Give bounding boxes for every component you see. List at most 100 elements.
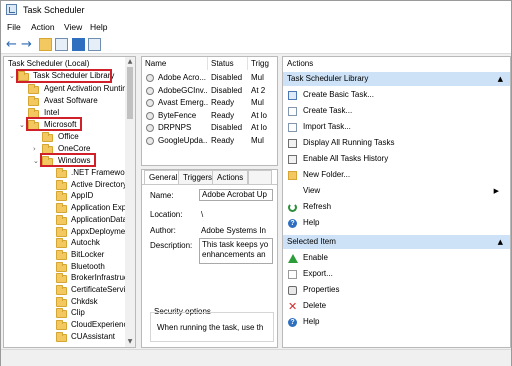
- action-label: Help: [303, 218, 320, 227]
- tree-item-label: Office: [58, 132, 79, 141]
- action-create-basic-task[interactable]: Create Basic Task...: [283, 88, 510, 102]
- folder-icon: [56, 191, 67, 202]
- show-hide-action-pane-icon[interactable]: [88, 38, 101, 51]
- description-label: Description:: [150, 241, 193, 250]
- action-properties[interactable]: Properties: [283, 283, 510, 297]
- action-help[interactable]: ? Help: [283, 315, 510, 329]
- action-view-menu[interactable]: View ▶: [283, 184, 510, 198]
- section-selected-item[interactable]: Selected Item ▲: [283, 235, 510, 249]
- column-header-triggers[interactable]: Trigg: [248, 57, 277, 70]
- task-name-cell: DRPNPS: [158, 123, 192, 132]
- folder-icon: [56, 249, 67, 260]
- page-icon: [288, 107, 297, 116]
- task-scheduler-window: Task Scheduler File Action View Help ← →…: [0, 0, 512, 366]
- collapse-arrow-icon[interactable]: ⌄: [19, 121, 25, 129]
- clock-icon: [146, 111, 154, 120]
- name-field[interactable]: Adobe Acrobat Up: [199, 189, 273, 201]
- status-bar: [1, 349, 511, 366]
- folder-icon: [56, 238, 67, 249]
- task-row[interactable]: AdobeGCInv... Disabled At 2: [142, 85, 277, 97]
- up-folder-icon[interactable]: [39, 38, 52, 51]
- scroll-down-arrow-icon[interactable]: ▼: [125, 338, 135, 345]
- task-list: Name Status Trigg Adobe Acro... Disabled M…: [141, 56, 278, 166]
- location-value: \: [201, 210, 204, 219]
- tab-more[interactable]: [248, 170, 272, 184]
- window-title: Task Scheduler: [23, 5, 85, 15]
- task-name-cell: Adobe Acro...: [158, 73, 207, 82]
- highlight-box: [26, 117, 82, 131]
- author-value: Adobe Systems In: [201, 226, 266, 235]
- show-hide-console-tree-icon[interactable]: [55, 38, 68, 51]
- help-icon: ?: [288, 318, 297, 327]
- menu-action[interactable]: Action: [31, 22, 55, 32]
- action-refresh[interactable]: Refresh: [283, 200, 510, 214]
- task-row[interactable]: ByteFence Ready At lo: [142, 110, 277, 122]
- clock-icon: [146, 136, 154, 145]
- collapse-arrow-icon[interactable]: ▲: [498, 72, 503, 86]
- action-enable-tasks-history[interactable]: Enable All Tasks History: [283, 152, 510, 166]
- folder-icon: [56, 331, 67, 342]
- action-label: Enable All Tasks History: [303, 154, 389, 163]
- help-icon: ?: [288, 219, 297, 228]
- menu-view[interactable]: View: [64, 22, 82, 32]
- task-status-cell: Ready: [211, 110, 235, 120]
- collapse-arrow-icon[interactable]: ▲: [498, 235, 503, 249]
- action-new-folder[interactable]: New Folder...: [283, 168, 510, 182]
- column-header-status[interactable]: Status: [208, 57, 248, 70]
- action-enable[interactable]: Enable: [283, 251, 510, 265]
- tab-actions[interactable]: Actions: [212, 170, 249, 184]
- action-label: Delete: [303, 301, 327, 310]
- submenu-arrow-icon: ▶: [493, 187, 499, 195]
- task-row[interactable]: DRPNPS Disabled At lo: [142, 122, 277, 134]
- action-label: Import Task...: [303, 122, 351, 131]
- column-header-name[interactable]: Name: [142, 57, 208, 70]
- action-create-task[interactable]: Create Task...: [283, 104, 510, 118]
- tree-item-label: Active Directory: [71, 179, 128, 189]
- scroll-up-arrow-icon[interactable]: ▲: [125, 58, 135, 65]
- menu-help[interactable]: Help: [90, 22, 107, 32]
- action-export[interactable]: Export...: [283, 267, 510, 281]
- highlight-box: [16, 69, 112, 83]
- refresh-icon: [288, 203, 297, 212]
- folder-icon: [56, 168, 67, 178]
- tree-root-label: Task Scheduler (Local): [8, 59, 90, 68]
- folder-icon: [56, 285, 67, 295]
- action-delete[interactable]: ✕ Delete: [283, 299, 510, 313]
- tree-item-label: Avast Software: [44, 96, 98, 105]
- folder-icon: [56, 273, 67, 284]
- task-trigger-cell: At lo: [251, 123, 268, 132]
- back-arrow-icon[interactable]: ←: [5, 38, 18, 51]
- expand-arrow-icon[interactable]: ›: [33, 145, 36, 153]
- task-scheduler-icon: [6, 4, 17, 15]
- collapse-arrow-icon[interactable]: ⌄: [33, 157, 39, 165]
- action-help[interactable]: ? Help: [283, 216, 510, 230]
- title-bar: Task Scheduler: [1, 1, 511, 19]
- tab-general[interactable]: General: [144, 170, 183, 184]
- help-icon[interactable]: [72, 38, 85, 51]
- task-row[interactable]: Avast Emerg... Ready Mul: [142, 97, 277, 109]
- folder-icon: [56, 320, 67, 331]
- clock-icon: [146, 86, 154, 95]
- task-row[interactable]: Adobe Acro... Disabled Mul: [142, 72, 277, 84]
- folder-icon: [56, 203, 67, 214]
- action-label: Create Task...: [303, 106, 353, 115]
- folder-icon: [56, 296, 67, 307]
- enable-arrow-icon: [288, 254, 298, 263]
- section-task-scheduler-library[interactable]: Task Scheduler Library ▲: [283, 72, 510, 86]
- folder-icon: [28, 84, 39, 94]
- folder-icon: [56, 261, 67, 272]
- delete-icon: ✕: [288, 300, 298, 313]
- action-import-task[interactable]: Import Task...: [283, 120, 510, 134]
- action-display-running-tasks[interactable]: Display All Running Tasks: [283, 136, 510, 150]
- collapse-arrow-icon[interactable]: ⌄: [9, 72, 15, 80]
- tree-scrollbar[interactable]: ▲ ▼: [125, 57, 135, 347]
- description-field[interactable]: This task keeps yo enhancements an: [199, 238, 273, 264]
- scroll-thumb[interactable]: [127, 67, 133, 119]
- task-status-cell: Ready: [211, 135, 235, 145]
- forward-arrow-icon[interactable]: →: [20, 38, 33, 51]
- task-status-cell: Disabled: [211, 85, 243, 95]
- page-blue-icon: [288, 91, 297, 100]
- menu-file[interactable]: File: [7, 22, 21, 32]
- action-label: Create Basic Task...: [303, 90, 374, 99]
- task-row[interactable]: GoogleUpda... Ready Mul: [142, 135, 277, 147]
